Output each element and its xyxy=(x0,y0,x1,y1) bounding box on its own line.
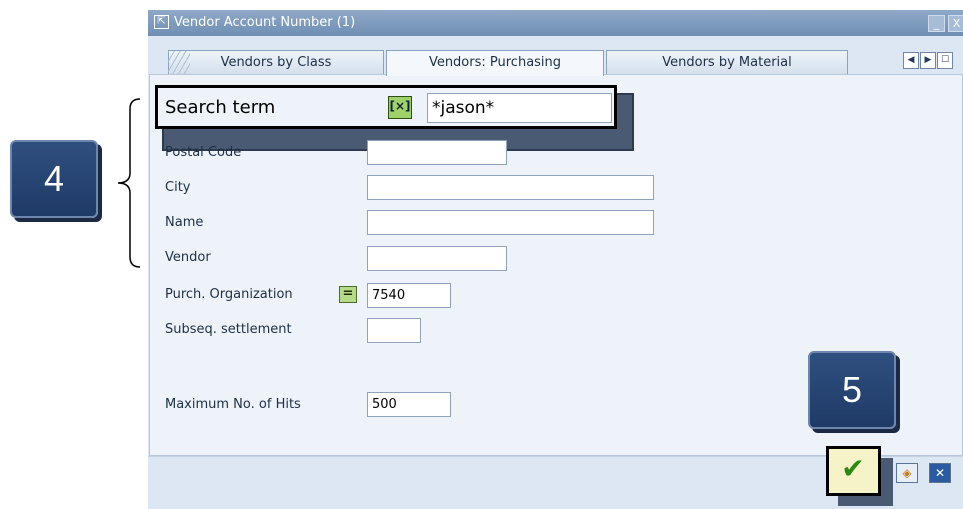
tab-scroll-left-button[interactable]: ◀ xyxy=(903,52,919,69)
city-label: City xyxy=(165,180,191,195)
tab-edge-decoration xyxy=(168,51,190,75)
tab-label: Vendors by Class xyxy=(220,55,332,70)
vendor-input[interactable] xyxy=(367,246,507,271)
multiple-selection-icon[interactable]: ◈ xyxy=(896,463,918,483)
title-bar: ⇱ Vendor Account Number (1) _ X xyxy=(148,10,963,36)
search-term-label: Search term xyxy=(165,97,276,118)
minimize-button[interactable]: _ xyxy=(928,15,945,32)
cancel-icon[interactable]: ✕ xyxy=(929,463,951,483)
maximum-hits-input[interactable] xyxy=(367,392,451,417)
ok-checkmark-button[interactable]: ✔ xyxy=(836,452,870,486)
purch-organization-input[interactable] xyxy=(367,283,451,308)
step-4-callout: 4 xyxy=(10,140,98,218)
search-term-input[interactable] xyxy=(427,93,612,123)
postal-code-input[interactable] xyxy=(367,140,507,165)
brace-annotation xyxy=(117,98,141,268)
subseq-settlement-label: Subseq. settlement xyxy=(165,322,292,337)
dialog-icon: ⇱ xyxy=(154,15,169,29)
city-input[interactable] xyxy=(367,175,654,200)
maximum-hits-label: Maximum No. of Hits xyxy=(165,397,301,412)
name-label: Name xyxy=(165,215,204,230)
window-title: Vendor Account Number (1) xyxy=(174,15,356,30)
subseq-settlement-input[interactable] xyxy=(367,318,421,343)
tab-list-button[interactable]: ☐ xyxy=(937,52,953,69)
close-button[interactable]: X xyxy=(948,15,963,32)
tab-vendors-purchasing[interactable]: Vendors: Purchasing xyxy=(386,50,604,76)
tab-label: Vendors by Material xyxy=(662,55,792,70)
tab-vendors-by-class[interactable]: Vendors by Class xyxy=(168,50,384,75)
purch-organization-label: Purch. Organization xyxy=(165,287,293,302)
tab-label: Vendors: Purchasing xyxy=(428,55,562,70)
selection-option-icon[interactable]: [×] xyxy=(388,96,412,119)
tab-vendors-by-material[interactable]: Vendors by Material xyxy=(606,50,848,75)
name-input[interactable] xyxy=(367,210,654,235)
equals-option-icon[interactable]: = xyxy=(339,286,357,303)
postal-code-label: Postal Code xyxy=(165,145,242,160)
tab-scroll-right-button[interactable]: ▶ xyxy=(920,52,936,69)
vendor-label: Vendor xyxy=(165,250,211,265)
step-5-callout: 5 xyxy=(808,351,896,429)
